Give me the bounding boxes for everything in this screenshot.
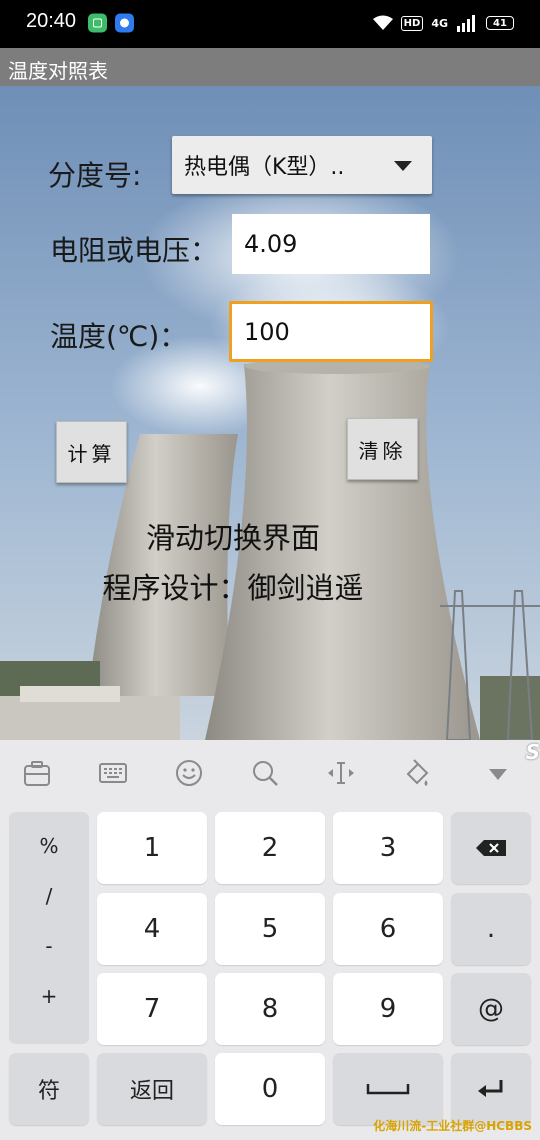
app-title: 温度对照表 (8, 59, 108, 83)
division-select[interactable]: 热电偶（K型）.. (172, 136, 432, 194)
collapse-icon[interactable] (483, 758, 513, 788)
app-title-bar: 温度对照表 (0, 48, 540, 86)
clear-button[interactable]: 清除 (347, 418, 418, 480)
key-2[interactable]: 2 (215, 812, 325, 884)
resistance-label: 电阻或电压： (50, 234, 219, 267)
network-type: 4G (431, 16, 448, 30)
symbol-key-percent[interactable]: % (9, 834, 89, 858)
battery-icon: 41 (486, 16, 514, 30)
skin-icon[interactable] (402, 758, 432, 788)
key-7[interactable]: 7 (97, 973, 207, 1045)
keyboard-toolbar (0, 740, 540, 804)
key-6[interactable]: 6 (333, 893, 443, 965)
backspace-key[interactable] (451, 812, 531, 884)
calculate-button[interactable]: 计算 (56, 421, 127, 483)
key-3[interactable]: 3 (333, 812, 443, 884)
temperature-label: 温度(℃)： (50, 320, 188, 353)
space-icon (366, 1084, 410, 1095)
symbols-key[interactable]: 符 (9, 1053, 89, 1125)
temperature-input[interactable] (232, 304, 430, 359)
emoji-icon[interactable] (174, 758, 204, 788)
symbol-key-minus[interactable]: - (9, 934, 89, 958)
enter-key[interactable] (451, 1053, 531, 1125)
key-1[interactable]: 1 (97, 812, 207, 884)
backspace-icon (476, 840, 506, 856)
key-0[interactable]: 0 (215, 1053, 325, 1125)
notification-chat-icon (115, 13, 134, 33)
space-key[interactable] (333, 1053, 443, 1125)
status-bar: 20:40 HD 4G 41 (0, 0, 540, 48)
key-4[interactable]: 4 (97, 893, 207, 965)
notification-app-icon (88, 13, 107, 33)
resistance-input[interactable] (232, 214, 430, 274)
wifi-icon (372, 15, 393, 30)
resistance-field-box (232, 214, 430, 274)
symbol-key-slash[interactable]: / (9, 884, 89, 908)
watermark-text: 化海川流-工业社群@HCBBS (373, 1119, 532, 1133)
dropdown-arrow-icon (394, 161, 412, 171)
key-dot[interactable]: . (451, 893, 531, 965)
division-selected-value: 热电偶（K型）.. (184, 155, 345, 180)
credit-text: 程序设计：御剑逍遥 (102, 571, 364, 605)
key-5[interactable]: 5 (215, 893, 325, 965)
key-9[interactable]: 9 (333, 973, 443, 1045)
key-at[interactable]: @ (451, 973, 531, 1045)
cursor-icon[interactable] (326, 758, 356, 788)
hd-badge: HD (400, 15, 424, 31)
key-8[interactable]: 8 (215, 973, 325, 1045)
clock: 20:40 (26, 10, 77, 32)
temperature-field-box (229, 301, 433, 362)
enter-icon (478, 1080, 503, 1097)
swipe-hint: 滑动切换界面 (145, 521, 320, 555)
search-icon[interactable] (250, 758, 280, 788)
back-key[interactable]: 返回 (97, 1053, 207, 1125)
clipboard-icon[interactable] (22, 758, 52, 788)
division-label: 分度号: (48, 159, 142, 192)
soft-keyboard: S % / - + 1 2 3 4 5 6 . 7 8 9 @ 符 返回 0 化… (0, 740, 540, 1140)
symbol-key-plus[interactable]: + (9, 984, 89, 1008)
signal-icon (457, 15, 475, 32)
symbol-column[interactable]: % / - + (9, 812, 89, 1044)
keyboard-icon[interactable] (98, 758, 128, 788)
